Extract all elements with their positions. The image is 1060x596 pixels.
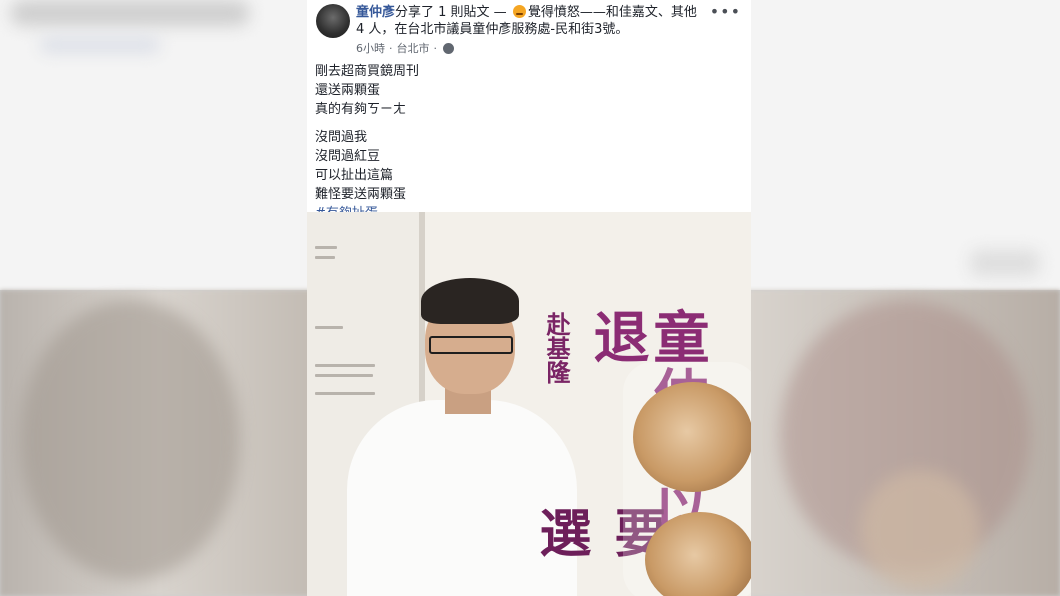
magazine-fine-print [315, 246, 337, 249]
magazine-fine-print [315, 256, 335, 259]
share-text: 分享了 1 則貼文 — [395, 5, 507, 20]
location-suffix: 。 [615, 22, 629, 37]
post-body: 剛去超商買鏡周刊 還送兩顆蛋 真的有夠ㄎㄧㄤ 沒問過我 沒問過紅豆 可以扯出這篇… [315, 62, 419, 223]
meta-separator: · [389, 41, 393, 55]
magazine-fine-print [315, 374, 373, 377]
magazine-fine-print [315, 364, 375, 367]
feeling-text: 覺得憤怒——和 [527, 5, 619, 20]
body-line: 剛去超商買鏡周刊 [315, 64, 420, 79]
man-glasses [429, 336, 513, 354]
headline-sub: 赴基隆 [542, 312, 571, 384]
author-name[interactable]: 童仲彥 [356, 5, 395, 20]
post-place[interactable]: 台北市 [397, 40, 430, 56]
blurred-shape [860, 470, 980, 590]
post-header-line: 童仲彥分享了 1 則貼文 — 覺得憤怒——和佳嘉文、其他 4 人，在台北市議員童… [356, 4, 706, 38]
body-line: 可以扯出這篇 [315, 168, 394, 183]
body-line: 還送兩顆蛋 [315, 83, 381, 98]
blurred-shape [20, 300, 240, 580]
body-line: 沒問過紅豆 [315, 149, 381, 164]
man-hair [421, 278, 519, 324]
body-line: 沒問過我 [315, 130, 368, 145]
body-line: 真的有夠ㄎㄧㄤ [315, 102, 407, 117]
blurred-shape [970, 250, 1040, 276]
facebook-post: 童仲彥分享了 1 則貼文 — 覺得憤怒——和佳嘉文、其他 4 人，在台北市議員童… [307, 0, 751, 596]
blurred-shape [10, 0, 250, 26]
tea-egg [645, 512, 751, 596]
blurred-shape [40, 38, 160, 52]
globe-icon [443, 42, 454, 54]
post-meta: 6小時 · 台北市 · [356, 40, 454, 56]
body-line: 難怪要送兩顆蛋 [315, 187, 407, 202]
more-options-icon[interactable]: ••• [710, 2, 741, 21]
post-header: 童仲彥分享了 1 則貼文 — 覺得憤怒——和佳嘉文、其他 4 人，在台北市議員童… [307, 0, 751, 60]
magazine-fine-print [315, 392, 375, 395]
post-photo[interactable]: 童仲彥以退 赴基隆 要選 [307, 212, 751, 596]
meta-separator: · [433, 41, 438, 55]
magazine-fine-print [315, 326, 343, 329]
angry-face-icon [512, 5, 526, 18]
tea-egg [633, 382, 751, 492]
location-link[interactable]: 台北市議員童仲彥服務處-民和街3號 [407, 22, 615, 37]
avatar[interactable] [316, 4, 350, 38]
location-prefix: ，在 [381, 22, 408, 37]
post-time[interactable]: 6小時 [356, 40, 385, 56]
